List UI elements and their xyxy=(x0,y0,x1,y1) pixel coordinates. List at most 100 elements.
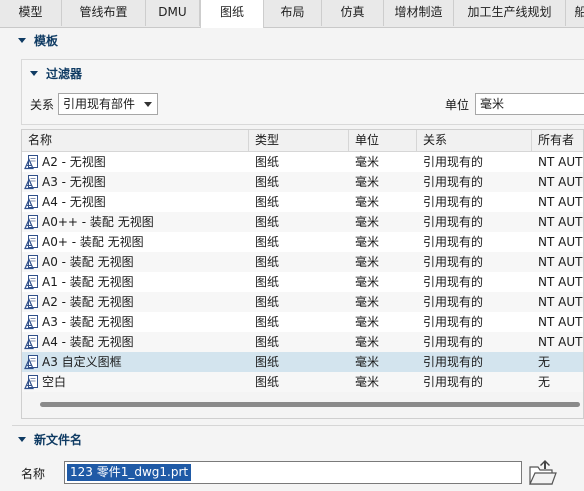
cell-unit: 毫米 xyxy=(355,375,380,389)
cell-relation: 引用现有的 xyxy=(423,355,484,369)
cell-relation: 引用现有的 xyxy=(423,255,484,269)
cell-name: A3 - 装配 无视图 xyxy=(42,315,134,329)
cell-type: 图纸 xyxy=(255,275,280,289)
tab-additive-manufacturing[interactable]: 增材制造 xyxy=(384,0,454,26)
table-row[interactable]: A0++ - 装配 无视图 图纸 毫米 引用现有的 NT AUTH xyxy=(22,212,583,232)
cell-unit: 毫米 xyxy=(355,195,380,209)
table-header: 名称 类型 单位 关系 所有者 xyxy=(22,130,583,152)
cell-relation: 引用现有的 xyxy=(423,315,484,329)
cell-owner: NT AUTH xyxy=(538,275,583,289)
relation-dropdown[interactable]: 引用现有部件 xyxy=(58,93,158,115)
cell-type: 图纸 xyxy=(255,195,280,209)
table-row[interactable]: A3 自定义图框 图纸 毫米 引用现有的 无 xyxy=(22,352,583,372)
cell-owner: NT AUTH xyxy=(538,235,583,249)
cell-relation: 引用现有的 xyxy=(423,335,484,349)
drawing-template-icon xyxy=(24,214,40,230)
column-header-type[interactable]: 类型 xyxy=(249,130,349,151)
unit-field-value: 毫米 xyxy=(480,97,505,111)
table-row[interactable]: A4 - 无视图 图纸 毫米 引用现有的 NT AUTH xyxy=(22,192,583,212)
cell-name: A2 - 无视图 xyxy=(42,155,106,169)
column-header-name[interactable]: 名称 xyxy=(22,130,249,151)
cell-unit: 毫米 xyxy=(355,315,380,329)
tab-routing[interactable]: 管线布置 xyxy=(62,0,146,26)
drawing-template-icon xyxy=(24,294,40,310)
file-name-field[interactable]: 123 零件1_dwg1.prt xyxy=(64,461,522,484)
cell-relation: 引用现有的 xyxy=(423,155,484,169)
collapse-triangle-icon xyxy=(30,71,38,76)
ribbon-tab-bar: 模型 管线布置 DMU 图纸 布局 仿真 增材制造 加工生产线规划 船 xyxy=(0,0,584,28)
chevron-down-icon xyxy=(144,102,152,107)
template-section-title: 模板 xyxy=(34,34,59,48)
column-header-relation[interactable]: 关系 xyxy=(417,130,532,151)
browse-folder-button[interactable] xyxy=(526,458,558,488)
new-file-section-header[interactable]: 新文件名 xyxy=(18,430,82,450)
file-name-value: 123 零件1_dwg1.prt xyxy=(67,464,192,481)
cell-name: A0++ - 装配 无视图 xyxy=(42,215,154,229)
tab-ship[interactable]: 船 xyxy=(566,0,584,26)
drawing-template-icon xyxy=(24,354,40,370)
table-row[interactable]: 空白 图纸 毫米 引用现有的 无 xyxy=(22,372,583,392)
table-row[interactable]: A3 - 装配 无视图 图纸 毫米 引用现有的 NT AUTH xyxy=(22,312,583,332)
cell-type: 图纸 xyxy=(255,375,280,389)
relation-dropdown-value: 引用现有部件 xyxy=(63,97,136,111)
table-row[interactable]: A1 - 装配 无视图 图纸 毫米 引用现有的 NT AUTH xyxy=(22,272,583,292)
cell-name: A4 - 装配 无视图 xyxy=(42,335,134,349)
tab-dmu[interactable]: DMU xyxy=(146,0,200,26)
cell-name: A2 - 装配 无视图 xyxy=(42,295,134,309)
templates-table: 名称 类型 单位 关系 所有者 A2 - 无视图图纸毫米引用现有的NT AUTH… xyxy=(21,129,584,419)
tab-production-line-planning[interactable]: 加工生产线规划 xyxy=(454,0,566,26)
drawing-template-icon xyxy=(24,234,40,250)
cell-unit: 毫米 xyxy=(355,175,380,189)
drawing-template-icon xyxy=(24,274,40,290)
cell-type: 图纸 xyxy=(255,175,280,189)
table-row[interactable]: A0+ - 装配 无视图 图纸 毫米 引用现有的 NT AUTH xyxy=(22,232,583,252)
section-divider xyxy=(12,425,584,426)
open-folder-icon xyxy=(529,460,557,485)
cell-name: A0 - 装配 无视图 xyxy=(42,255,134,269)
table-row[interactable]: A0 - 装配 无视图 图纸 毫米 引用现有的 NT AUTH xyxy=(22,252,583,272)
column-header-unit[interactable]: 单位 xyxy=(349,130,417,151)
tab-layout[interactable]: 布局 xyxy=(264,0,322,26)
cell-owner: NT AUTH xyxy=(538,215,583,229)
unit-field[interactable]: 毫米 xyxy=(475,93,584,115)
drawing-template-icon xyxy=(24,374,40,390)
cell-name: A4 - 无视图 xyxy=(42,195,106,209)
filter-section-header[interactable]: 过滤器 xyxy=(30,64,82,84)
drawing-template-icon xyxy=(24,334,40,350)
cell-unit: 毫米 xyxy=(355,295,380,309)
filter-group-box xyxy=(21,59,584,125)
unit-label: 单位 xyxy=(445,98,470,112)
scrollbar-thumb[interactable] xyxy=(40,402,580,407)
drawing-template-icon xyxy=(24,154,40,170)
cell-unit: 毫米 xyxy=(355,255,380,269)
cell-relation: 引用现有的 xyxy=(423,235,484,249)
cell-type: 图纸 xyxy=(255,235,280,249)
tab-model[interactable]: 模型 xyxy=(0,0,62,26)
drawing-template-icon xyxy=(24,314,40,330)
cell-type: 图纸 xyxy=(255,255,280,269)
table-row[interactable]: A2 - 装配 无视图 图纸 毫米 引用现有的 NT AUTH xyxy=(22,292,583,312)
new-file-section-title: 新文件名 xyxy=(34,433,83,447)
tab-simulation[interactable]: 仿真 xyxy=(322,0,384,26)
cell-relation: 引用现有的 xyxy=(423,295,484,309)
table-row[interactable]: A4 - 装配 无视图 图纸 毫米 引用现有的 NT AUTH xyxy=(22,332,583,352)
cell-unit: 毫米 xyxy=(355,235,380,249)
drawing-template-icon xyxy=(24,174,40,190)
table-row[interactable]: A2 - 无视图 图纸 毫米 引用现有的 NT AUTH xyxy=(22,152,583,172)
collapse-triangle-icon xyxy=(18,437,26,442)
cell-owner: NT AUTH xyxy=(538,255,583,269)
cell-owner: NT AUTH xyxy=(538,175,583,189)
cell-relation: 引用现有的 xyxy=(423,215,484,229)
cell-unit: 毫米 xyxy=(355,155,380,169)
tab-drawing[interactable]: 图纸 xyxy=(200,0,264,28)
cell-type: 图纸 xyxy=(255,315,280,329)
cell-unit: 毫米 xyxy=(355,215,380,229)
cell-relation: 引用现有的 xyxy=(423,275,484,289)
table-row[interactable]: A3 - 无视图 图纸 毫米 引用现有的 NT AUTH xyxy=(22,172,583,192)
cell-type: 图纸 xyxy=(255,155,280,169)
cell-relation: 引用现有的 xyxy=(423,375,484,389)
cell-owner: 无 xyxy=(538,355,551,369)
column-header-owner[interactable]: 所有者 xyxy=(532,130,583,151)
horizontal-scrollbar[interactable] xyxy=(22,392,583,418)
template-section-header[interactable]: 模板 xyxy=(18,31,58,51)
